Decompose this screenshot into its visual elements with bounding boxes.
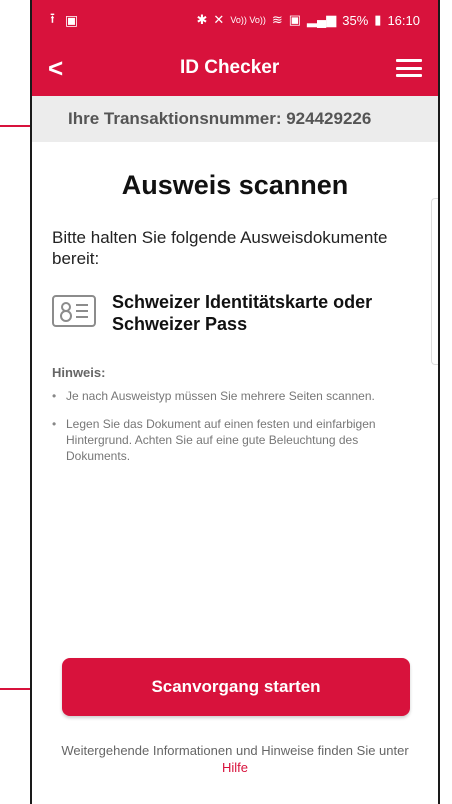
hint-list: Je nach Ausweistyp müssen Sie mehrere Se… [52, 388, 418, 464]
hint-item: Je nach Ausweistyp müssen Sie mehrere Se… [52, 388, 418, 404]
help-link[interactable]: Hilfe [222, 760, 248, 775]
bluetooth-icon: ✱ [196, 12, 208, 27]
footer-info: Weitergehende Informationen und Hinweise… [52, 742, 418, 776]
main-content: Ausweis scannen Bitte halten Sie folgend… [32, 170, 438, 464]
page-title: Ausweis scannen [121, 170, 349, 200]
footer-text: Weitergehende Informationen und Hinweise… [61, 743, 409, 758]
battery-percent: 35% [342, 12, 369, 28]
hint-title: Hinweis: [52, 365, 106, 380]
status-right: ✱ ✕ Vo)) Vo)) ≋ ▣ ▂▄▆ 35% ▮ 16:10 [197, 12, 420, 28]
sim-icon: ▣ [288, 12, 302, 27]
hamburger-menu-icon[interactable] [396, 59, 422, 77]
mute-icon: ✕ [213, 12, 225, 27]
clock: 16:10 [387, 12, 420, 28]
id-card-icon [52, 295, 96, 327]
transaction-bar: Ihre Transaktionsnummer: 924429226 [32, 96, 438, 142]
battery-icon: ▮ [374, 12, 382, 27]
app-bar: < ID Checker [32, 40, 438, 96]
hint-item: Legen Sie das Dokument auf einen festen … [52, 416, 418, 464]
start-scan-button[interactable]: Scanvorgang starten [62, 658, 410, 716]
image-icon: ▣ [64, 11, 79, 28]
phone-screen: ⭱ ▣ ✱ ✕ Vo)) Vo)) ≋ ▣ ▂▄▆ 35% ▮ 16:10 < … [30, 0, 440, 804]
app-title: ID Checker [179, 57, 280, 78]
wifi-icon: ≋ [271, 12, 283, 27]
upload-icon: ⭱ [50, 10, 55, 26]
transaction-number: Ihre Transaktionsnummer: 924429226 [68, 109, 372, 128]
volte-icon: Vo)) Vo)) [230, 15, 266, 25]
status-left-icons: ⭱ ▣ [50, 8, 78, 32]
status-bar: ⭱ ▣ ✱ ✕ Vo)) Vo)) ≋ ▣ ▂▄▆ 35% ▮ 16:10 [32, 0, 438, 40]
intro-text: Bitte halten Sie folgende Ausweisdokumen… [52, 228, 388, 268]
document-item: Schweizer Identitätskarte oder Schweizer… [52, 291, 418, 335]
back-button[interactable]: < [48, 55, 63, 81]
document-types: Schweizer Identitätskarte oder Schweizer… [112, 292, 373, 334]
scroll-indicator [431, 198, 438, 365]
signal-icon: ▂▄▆ [307, 12, 337, 27]
